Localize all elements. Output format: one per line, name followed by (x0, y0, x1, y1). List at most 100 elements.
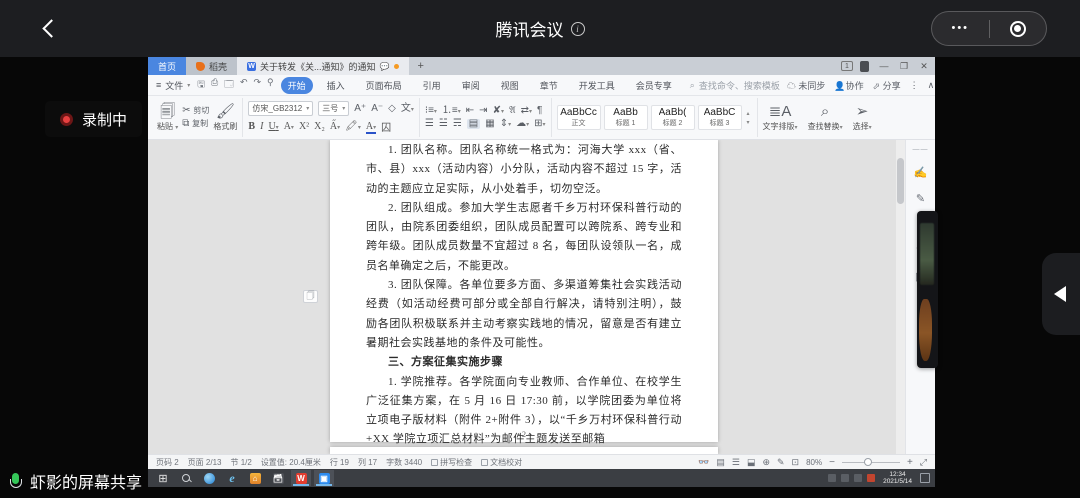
align-center-icon[interactable]: ☱ (439, 119, 448, 129)
signature-hand-icon[interactable]: ✍ (914, 166, 928, 179)
para-mark-icon[interactable]: ¶ (537, 106, 542, 116)
superscript-button[interactable]: X² (299, 121, 309, 132)
taskbar-clock[interactable]: 12:34 2021/5/14 (880, 471, 915, 486)
ribbon-tab[interactable]: 页面布局 (359, 77, 409, 94)
scrollbar-thumb[interactable] (897, 158, 904, 204)
taskbar-browser-button[interactable] (199, 470, 219, 486)
ribbon-tab[interactable]: 视图 (494, 77, 526, 94)
paste-button[interactable]: 🗐 粘贴 ▾ (157, 104, 178, 132)
proofread-toggle[interactable]: 文档校对 (481, 457, 522, 468)
ribbon-tab-home[interactable]: 开始 (281, 77, 313, 94)
video-panel-toggle[interactable] (1042, 253, 1080, 335)
clear-format-icon[interactable]: ◇ (388, 104, 396, 114)
align-left-icon[interactable]: ☰ (425, 119, 434, 129)
print-preview-icon[interactable]: 🗔 (224, 77, 234, 93)
ribbon-tab[interactable]: 插入 (320, 77, 352, 94)
outdent-icon[interactable]: ⇤ (466, 106, 474, 116)
grow-font-icon[interactable]: A⁺ (354, 104, 366, 114)
font-size-select[interactable]: 三号▾ (318, 101, 349, 116)
zoom-percent[interactable]: 80% (806, 458, 822, 467)
cjk-layout-icon[interactable]: ✘▾ (493, 106, 504, 116)
tray-icon-3[interactable] (854, 474, 862, 482)
zoom-slider[interactable] (842, 462, 900, 463)
highlight-button[interactable]: 🖍▾ (345, 121, 361, 132)
translate-globe-icon[interactable]: ⊕ (762, 457, 770, 468)
tab-document[interactable]: W 关于转发《关...通知》的通知 💬 (237, 57, 408, 75)
redo-icon[interactable]: ↷ (253, 77, 261, 93)
find-replace-button[interactable]: ⌕ 查找替换▾ (808, 104, 843, 132)
style-preset[interactable]: AaBb 标题 1 (604, 105, 648, 130)
restore-button[interactable]: ❐ (895, 58, 913, 74)
account-avatar-icon[interactable] (860, 61, 869, 72)
distribute-icon[interactable]: ▦ (485, 119, 494, 129)
action-center-icon[interactable] (920, 473, 930, 483)
collapse-ribbon-icon[interactable]: ∧ (928, 80, 935, 91)
select-button[interactable]: ➢ 选择▾ (853, 104, 872, 132)
char-shading-button[interactable]: 囚 (381, 119, 391, 134)
ribbon-tab[interactable]: 引用 (416, 77, 448, 94)
style-preset[interactable]: AaBbCc 正文 (557, 105, 601, 130)
eye-protection-icon[interactable]: 👓 (698, 457, 709, 468)
italic-button[interactable]: I (260, 121, 263, 132)
lamp-icon[interactable]: ⚲ (267, 77, 274, 93)
more-menu-icon[interactable]: ⋮ (910, 80, 919, 91)
indent-icon[interactable]: ⇥ (479, 106, 487, 116)
subscript-button[interactable]: X₂ (314, 121, 325, 132)
outline-view-icon[interactable]: ☰ (732, 457, 740, 468)
text-layout-button[interactable]: ≣A 文字排版▾ (763, 104, 798, 132)
text-effects-icon[interactable]: 文▾ (401, 104, 414, 114)
tray-icon-1[interactable] (828, 474, 836, 482)
font-color-button[interactable]: A▾ (366, 121, 376, 132)
style-scroll-down-icon[interactable]: ▾ (747, 119, 750, 126)
format-painter-button[interactable]: 🖌 格式刷 (213, 104, 237, 132)
ink-pen-icon[interactable]: ✎ (777, 457, 785, 468)
floating-video-thumbnail[interactable] (917, 211, 938, 368)
annotate-pen-icon[interactable]: ✎ (916, 192, 925, 205)
font-name-select[interactable]: 仿宋_GB2312▾ (248, 101, 313, 116)
borders-icon[interactable]: ⊞▾ (534, 119, 545, 129)
zoom-slider-knob[interactable] (864, 458, 872, 466)
copy-button[interactable]: ⧉ 复制 (182, 119, 209, 129)
page-view-icon[interactable]: ▤ (716, 457, 725, 468)
command-search[interactable]: ⌕ 查找命令、搜索模板 (690, 79, 780, 92)
strikethrough-button[interactable]: A▾ (284, 121, 294, 132)
bullets-icon[interactable]: ⁝≡▾ (425, 106, 437, 116)
numbering-icon[interactable]: ⒈≡▾ (442, 106, 461, 116)
style-scroll-up-icon[interactable]: ▴ (747, 110, 750, 117)
line-spacing-icon[interactable]: ⇕▾ (500, 119, 511, 129)
align-right-icon[interactable]: ☴ (453, 119, 462, 129)
ribbon-tab[interactable]: 开发工具 (572, 77, 622, 94)
minimize-button[interactable]: — (875, 58, 893, 74)
close-button[interactable]: ✕ (915, 58, 933, 74)
document-page[interactable]: 🗍 1. 团队名称。团队名称统一格式为：河海大学 xxx（省、市、县）xxx（活… (330, 140, 718, 442)
style-preset[interactable]: AaBbC 标题 3 (698, 105, 742, 130)
taskbar-netdisk-button[interactable]: ⌂ (245, 470, 265, 486)
new-tab-button[interactable]: + (409, 57, 433, 75)
text-direction-icon[interactable]: 𝔄 (509, 106, 516, 116)
fullscreen-icon[interactable]: ⤢ (920, 457, 927, 468)
start-button[interactable]: ⊞ (153, 470, 173, 486)
tab-wps-home[interactable]: 首页 (148, 57, 186, 75)
window-count-badge[interactable]: 1 (841, 61, 853, 71)
file-menu[interactable]: ≡ 文件 ▾ (156, 79, 190, 92)
info-icon[interactable]: i (571, 22, 585, 36)
cut-button[interactable]: ✂ 剪切 (182, 106, 209, 116)
vertical-scrollbar[interactable] (896, 140, 905, 454)
shrink-font-icon[interactable]: A⁻ (371, 104, 383, 114)
phonetic-guide-button[interactable]: A̋▾ (330, 121, 340, 132)
taskbar-meeting-button[interactable]: ▣ (314, 470, 334, 486)
recording-badge[interactable]: 录制中 (45, 101, 142, 137)
close-circle-button[interactable] (990, 12, 1047, 45)
zoom-in-button[interactable]: + (907, 457, 913, 468)
style-preset[interactable]: AaBb( 标题 2 (651, 105, 695, 130)
underline-button[interactable]: U▾ (268, 121, 278, 132)
taskbar-briefcase-button[interactable]: 🗃 (268, 470, 288, 486)
two-page-view-icon[interactable]: ⬓ (747, 457, 756, 468)
taskbar-wps-button[interactable]: W (291, 470, 311, 486)
justify-icon[interactable]: ▤ (467, 119, 480, 129)
tab-docer[interactable]: 稻壳 (186, 57, 237, 75)
microphone-icon[interactable] (10, 473, 21, 490)
wrap-icon[interactable]: ⇄▾ (521, 106, 532, 116)
taskbar-search-button[interactable] (176, 470, 196, 486)
bold-button[interactable]: B (248, 121, 255, 132)
